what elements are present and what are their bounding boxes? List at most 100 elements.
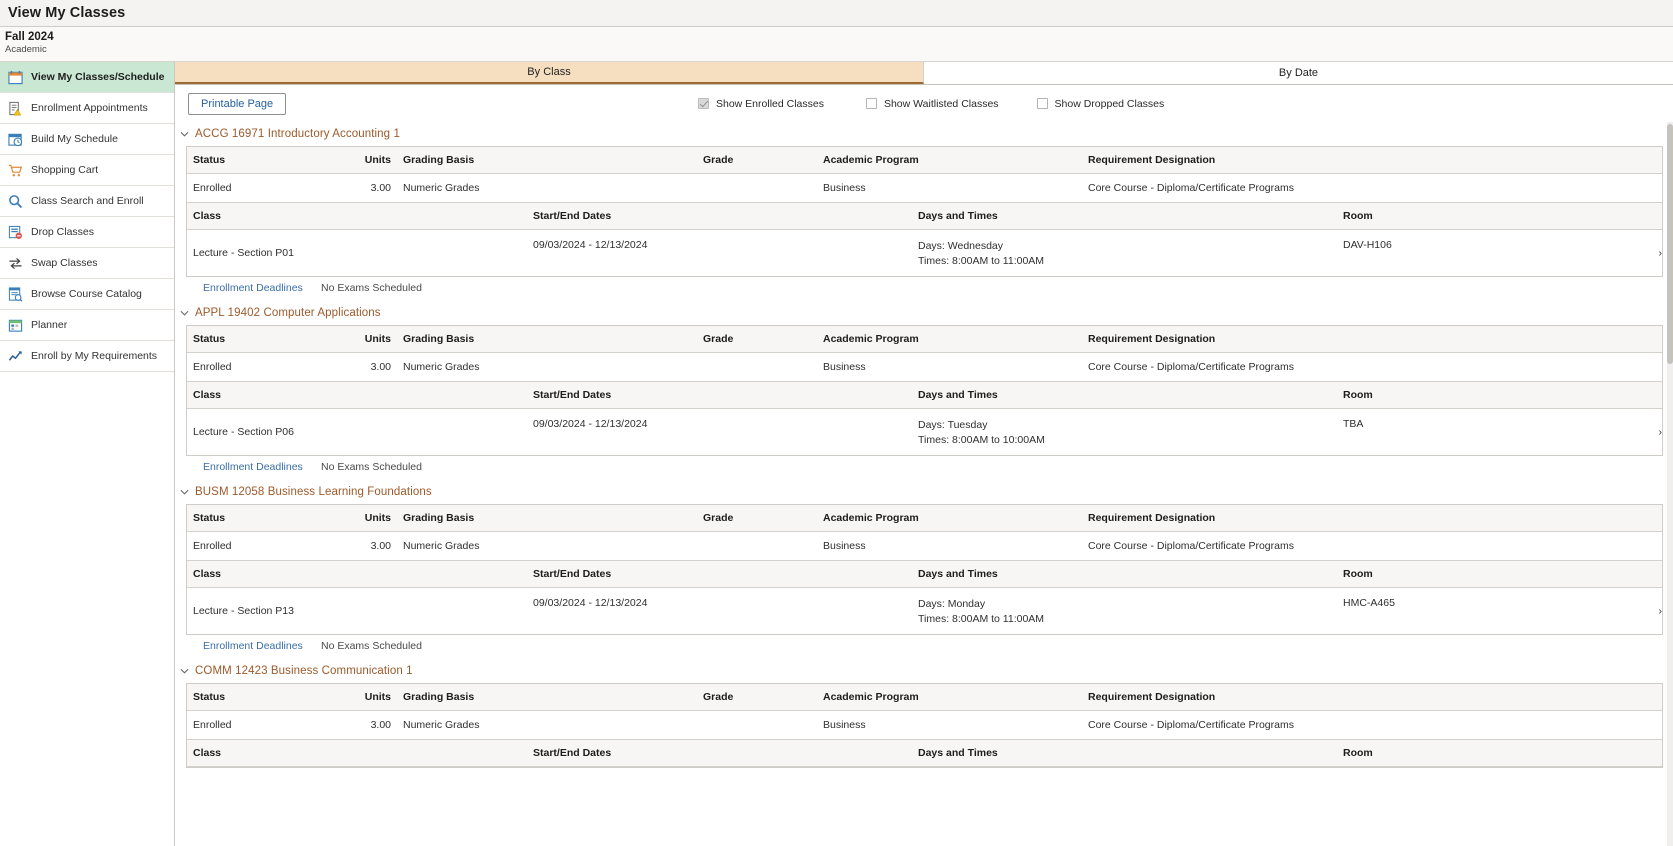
col-grade: Grade xyxy=(697,684,817,711)
planner-icon xyxy=(7,317,23,333)
view-my-classes-page: View My Classes Fall 2024 Academic View … xyxy=(0,0,1673,846)
tab-by-class[interactable]: By Class xyxy=(175,62,924,84)
calendar-icon xyxy=(7,69,23,85)
course-header[interactable]: BUSM 12058 Business Learning Foundations xyxy=(175,480,1671,504)
col-units: Units xyxy=(342,684,397,711)
filter-show-dropped-classes[interactable]: Show Dropped Classes xyxy=(1037,98,1165,110)
sidebar-item-enroll-by-my-requirements[interactable]: Enroll by My Requirements xyxy=(0,341,174,372)
scrollbar-thumb[interactable] xyxy=(1667,124,1673,364)
appointment-icon xyxy=(7,100,23,116)
schedule-clock-icon xyxy=(7,131,23,147)
cell-room: HMC-A465 xyxy=(1337,588,1587,635)
deadline-row: Enrollment DeadlinesNo Exams Scheduled xyxy=(175,277,1671,298)
chevron-down-icon[interactable] xyxy=(179,666,189,676)
swap-arrows-icon xyxy=(7,255,23,271)
cell-days-times: Days: MondayTimes: 8:00AM to 11:00AM xyxy=(912,588,1337,635)
vertical-scrollbar[interactable] xyxy=(1667,122,1673,846)
col-status: Status xyxy=(187,326,342,353)
col-requirement-designation: Requirement Designation xyxy=(1082,684,1662,711)
enrollment-deadlines-link[interactable]: Enrollment Deadlines xyxy=(203,461,321,473)
toolbar: Printable Page Show Enrolled ClassesShow… xyxy=(175,85,1673,122)
col-requirement-designation: Requirement Designation xyxy=(1082,505,1662,532)
cell-academic-program: Business xyxy=(817,711,1082,740)
chevron-down-icon[interactable] xyxy=(179,129,189,139)
filter-show-enrolled-classes[interactable]: Show Enrolled Classes xyxy=(698,98,824,110)
drop-icon xyxy=(7,224,23,240)
course-list-scroll-area[interactable]: ACCG 16971 Introductory Accounting 1 Stat… xyxy=(175,122,1673,846)
status-table: StatusUnitsGrading BasisGradeAcademic Pr… xyxy=(187,147,1662,202)
class-detail-chevron-icon[interactable]: › xyxy=(1587,588,1662,635)
table-row: Enrolled3.00Numeric GradesBusinessCore C… xyxy=(187,711,1662,740)
tab-by-date[interactable]: By Date xyxy=(924,62,1673,84)
course-header[interactable]: COMM 12423 Business Communication 1 xyxy=(175,659,1671,683)
chevron-down-icon[interactable] xyxy=(179,487,189,497)
enrollment-deadlines-link[interactable]: Enrollment Deadlines xyxy=(203,282,321,294)
sidebar-item-browse-course-catalog[interactable]: Browse Course Catalog xyxy=(0,279,174,310)
course-header[interactable]: APPL 19402 Computer Applications xyxy=(175,301,1671,325)
course-detail-card: StatusUnitsGrading BasisGradeAcademic Pr… xyxy=(186,325,1663,456)
course-header[interactable]: ACCG 16971 Introductory Accounting 1 xyxy=(175,122,1671,146)
exam-status-text: No Exams Scheduled xyxy=(321,461,422,473)
checkbox-indicator[interactable] xyxy=(698,98,709,109)
checkbox-indicator[interactable] xyxy=(1037,98,1048,109)
tab-label: By Date xyxy=(1279,67,1318,79)
course-detail-card: StatusUnitsGrading BasisGradeAcademic Pr… xyxy=(186,683,1663,768)
sidebar-item-label: Shopping Cart xyxy=(31,164,98,176)
course-detail-card: StatusUnitsGrading BasisGradeAcademic Pr… xyxy=(186,504,1663,635)
col-detail-chevron xyxy=(1587,382,1662,409)
class-row[interactable]: Lecture - Section P0109/03/2024 - 12/13/… xyxy=(187,230,1662,277)
class-detail-chevron-icon[interactable]: › xyxy=(1587,409,1662,456)
col-detail-chevron xyxy=(1587,203,1662,230)
sidebar-item-label: Enrollment Appointments xyxy=(31,102,148,114)
sidebar-item-build-my-schedule[interactable]: Build My Schedule xyxy=(0,124,174,155)
chevron-down-icon[interactable] xyxy=(179,308,189,318)
col-start-end-dates: Start/End Dates xyxy=(527,203,912,230)
sidebar-item-view-my-classes-schedule[interactable]: View My Classes/Schedule xyxy=(0,62,174,93)
cell-status: Enrolled xyxy=(187,353,342,382)
col-requirement-designation: Requirement Designation xyxy=(1082,147,1662,174)
days-line: Days: Wednesday xyxy=(918,239,1337,254)
col-class: Class xyxy=(187,382,527,409)
col-units: Units xyxy=(342,147,397,174)
sidebar-item-class-search-and-enroll[interactable]: Class Search and Enroll xyxy=(0,186,174,217)
sidebar-nav: View My Classes/Schedule Enrollment Appoi… xyxy=(0,62,175,846)
cell-academic-program: Business xyxy=(817,353,1082,382)
cell-grade xyxy=(697,174,817,203)
cell-status: Enrolled xyxy=(187,532,342,561)
printable-page-button[interactable]: Printable Page xyxy=(188,93,286,115)
filter-checkbox-group: Show Enrolled Classes Show Waitlisted Cla… xyxy=(698,85,1164,122)
sidebar-item-shopping-cart[interactable]: Shopping Cart xyxy=(0,155,174,186)
cell-class: Lecture - Section P06 xyxy=(187,409,527,456)
sidebar-item-swap-classes[interactable]: Swap Classes xyxy=(0,248,174,279)
course-title: COMM 12423 Business Communication 1 xyxy=(195,665,413,677)
class-row[interactable]: Lecture - Section P0609/03/2024 - 12/13/… xyxy=(187,409,1662,456)
checkbox-indicator[interactable] xyxy=(866,98,877,109)
cart-icon xyxy=(7,162,23,178)
sidebar-item-planner[interactable]: Planner xyxy=(0,310,174,341)
status-table: StatusUnitsGrading BasisGradeAcademic Pr… xyxy=(187,684,1662,739)
enrollment-deadlines-link[interactable]: Enrollment Deadlines xyxy=(203,640,321,652)
cell-units: 3.00 xyxy=(342,532,397,561)
course-title: ACCG 16971 Introductory Accounting 1 xyxy=(195,128,400,140)
table-header-row: StatusUnitsGrading BasisGradeAcademic Pr… xyxy=(187,505,1662,532)
cell-dates: 09/03/2024 - 12/13/2024 xyxy=(527,230,912,277)
col-status: Status xyxy=(187,684,342,711)
cell-room: TBA xyxy=(1337,409,1587,456)
col-room: Room xyxy=(1337,561,1587,588)
sidebar-item-enrollment-appointments[interactable]: Enrollment Appointments xyxy=(0,93,174,124)
class-table: ClassStart/End DatesDays and TimesRoom xyxy=(187,739,1662,767)
class-row[interactable]: Lecture - Section P1309/03/2024 - 12/13/… xyxy=(187,588,1662,635)
search-icon xyxy=(7,193,23,209)
filter-label: Show Waitlisted Classes xyxy=(884,98,999,110)
filter-show-waitlisted-classes[interactable]: Show Waitlisted Classes xyxy=(866,98,999,110)
course-title: BUSM 12058 Business Learning Foundations xyxy=(195,486,432,498)
cell-academic-program: Business xyxy=(817,532,1082,561)
sidebar-item-label: Drop Classes xyxy=(31,226,94,238)
cell-academic-program: Business xyxy=(817,174,1082,203)
deadline-row: Enrollment DeadlinesNo Exams Scheduled xyxy=(175,456,1671,477)
col-room: Room xyxy=(1337,740,1587,767)
col-days-and-times: Days and Times xyxy=(912,382,1337,409)
col-class: Class xyxy=(187,740,527,767)
class-detail-chevron-icon[interactable]: › xyxy=(1587,230,1662,277)
sidebar-item-drop-classes[interactable]: Drop Classes xyxy=(0,217,174,248)
